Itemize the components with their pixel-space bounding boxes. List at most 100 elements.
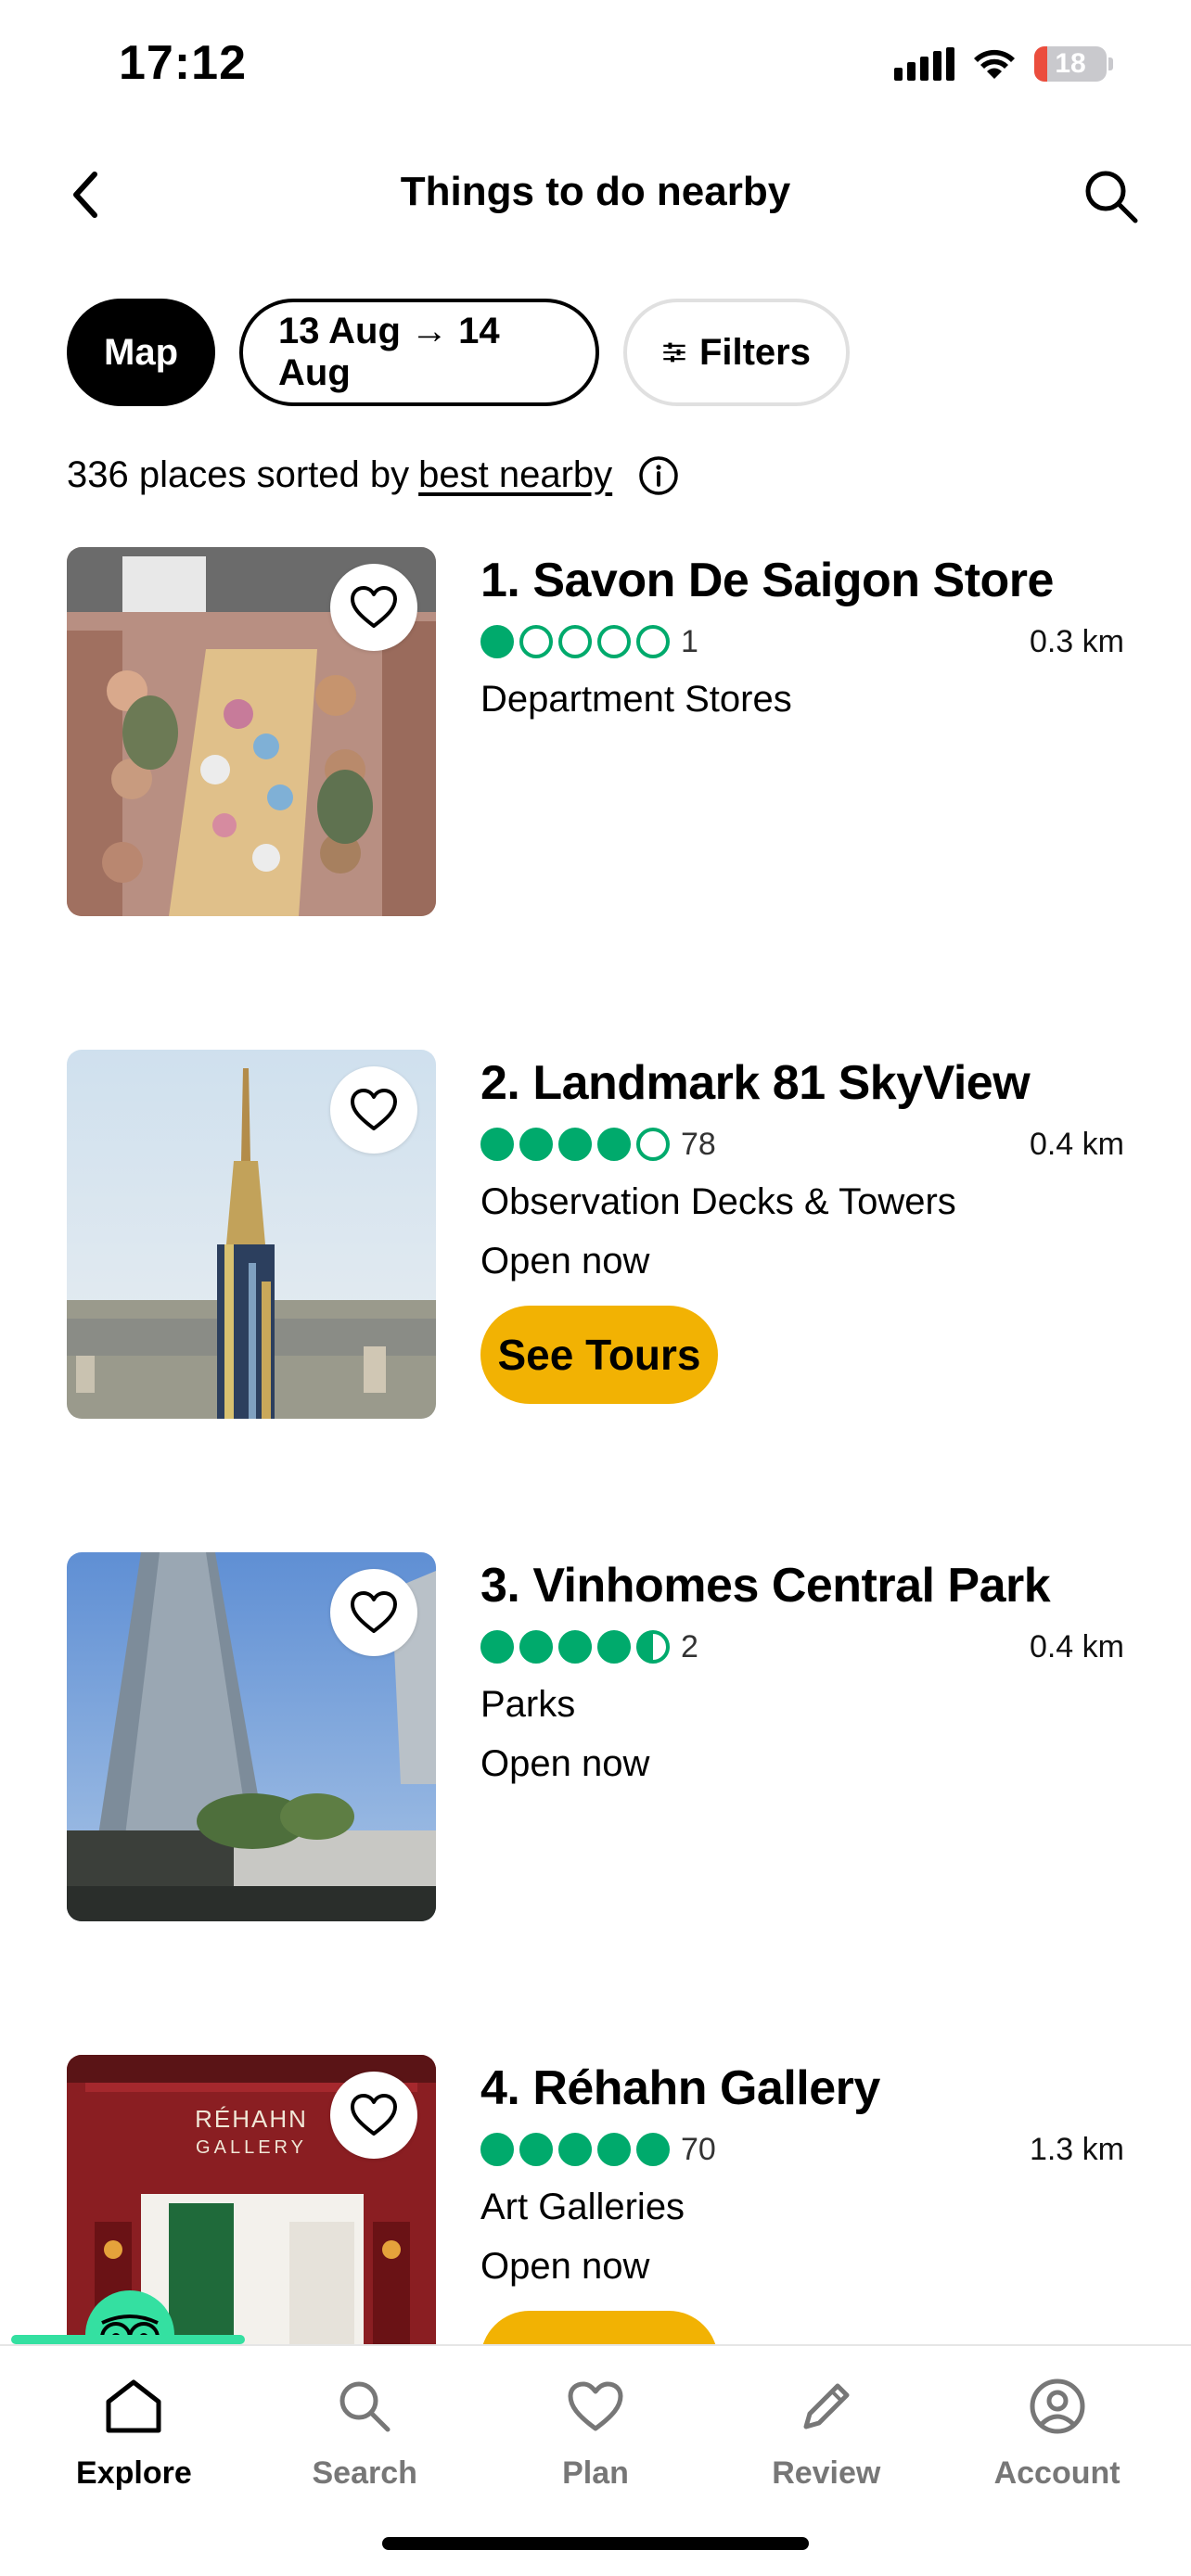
result-title[interactable]: 4. Réhahn Gallery (480, 2055, 1124, 2122)
home-indicator (382, 2537, 809, 2550)
review-count: 2 (681, 1628, 698, 1664)
search-button[interactable] (1076, 161, 1146, 232)
map-button[interactable]: Map (67, 299, 215, 406)
see-tours-button[interactable]: See Tours (480, 2311, 718, 2346)
rating-bubble (636, 1630, 670, 1664)
review-count: 78 (681, 1126, 716, 1162)
distance: 0.4 km (1029, 1126, 1124, 1162)
category: Observation Decks & Towers (480, 1181, 956, 1222)
tab-list: Explore Search Plan Review Account (0, 2346, 1191, 2492)
filters-button[interactable]: Filters (623, 299, 850, 406)
account-icon (1025, 2374, 1090, 2439)
home-icon (101, 2374, 166, 2439)
rating-bubble (480, 2133, 514, 2166)
battery-level: 18 (1055, 48, 1086, 79)
status-time: 17:12 (119, 36, 247, 90)
rating-bubble (519, 1630, 553, 1664)
results-list: 1. Savon De Saigon Store 1 0.3 km Depart… (0, 547, 1191, 2346)
rating-bubble (636, 625, 670, 658)
rating-bubble (636, 1128, 670, 1161)
rating-bubble (597, 1630, 631, 1664)
rating-bubble (480, 1128, 514, 1161)
result-info: 2. Landmark 81 SkyView 78 0.4 km Observa… (480, 1050, 1124, 1404)
rating-bubble (558, 1630, 592, 1664)
heart-outline-icon (351, 1089, 397, 1130)
sort-summary: 336 places sorted by best nearby (67, 454, 679, 496)
rating-row: 70 1.3 km (480, 2122, 1124, 2177)
result-title[interactable]: 2. Landmark 81 SkyView (480, 1050, 1124, 1116)
tab-label: Plan (562, 2455, 629, 2491)
distance: 1.3 km (1029, 2131, 1124, 2167)
category: Parks (480, 1684, 576, 1725)
search-icon (1085, 171, 1138, 223)
tab-search[interactable]: Search (267, 2374, 462, 2492)
review-count: 70 (681, 2131, 716, 2167)
tab-plan[interactable]: Plan (498, 2374, 693, 2492)
save-button[interactable] (330, 564, 417, 651)
category: Department Stores (480, 679, 792, 720)
save-button[interactable] (330, 1066, 417, 1154)
rating-bubble (480, 625, 514, 658)
gallery-sign-line2: GALLERY (196, 2137, 307, 2158)
date-range-button[interactable]: 13 Aug → 14 Aug (239, 299, 599, 406)
page-title: Things to do nearby (400, 169, 791, 214)
pencil-icon (794, 2374, 859, 2439)
rating-bubble (519, 2133, 553, 2166)
tab-label: Explore (76, 2455, 192, 2491)
result-card[interactable]: RÉHAHN GALLERY 4. Réhahn Gallery 70 1.3 … (67, 2055, 1124, 2346)
save-button[interactable] (330, 1569, 417, 1656)
review-count: 1 (681, 623, 698, 659)
result-title[interactable]: 1. Savon De Saigon Store (480, 547, 1124, 614)
tab-explore[interactable]: Explore (36, 2374, 231, 2492)
rating-bubble (519, 625, 553, 658)
result-card[interactable]: 3. Vinhomes Central Park 2 0.4 km Parks … (67, 1552, 1124, 1923)
rating-bubbles (480, 2133, 670, 2166)
heart-icon (563, 2374, 628, 2439)
tab-label: Review (772, 2455, 881, 2491)
heart-outline-icon (351, 2094, 397, 2136)
sliders-icon (663, 342, 685, 363)
result-info: 1. Savon De Saigon Store 1 0.3 km Depart… (480, 547, 1124, 729)
tab-account[interactable]: Account (960, 2374, 1155, 2492)
result-info: 4. Réhahn Gallery 70 1.3 km Art Gallerie… (480, 2055, 1124, 2346)
tab-label: Account (993, 2455, 1121, 2491)
category: Art Galleries (480, 2187, 685, 2227)
results-count-text: 336 places sorted by (67, 454, 410, 495)
distance: 0.3 km (1029, 623, 1124, 659)
battery-tip (1108, 57, 1113, 70)
tab-label: Search (312, 2455, 417, 2491)
battery-fill (1034, 46, 1048, 82)
filter-chips: Map 13 Aug → 14 Aug Filters (67, 299, 850, 406)
rating-bubble (558, 2133, 592, 2166)
rating-row: 2 0.4 km (480, 1619, 1124, 1675)
open-status: Open now (480, 2246, 650, 2287)
result-card[interactable]: 2. Landmark 81 SkyView 78 0.4 km Observa… (67, 1050, 1124, 1421)
gallery-sign-line1: RÉHAHN (195, 2105, 308, 2133)
info-icon[interactable] (638, 455, 679, 496)
active-tab-indicator (11, 2335, 245, 2344)
rating-row: 1 0.3 km (480, 614, 1124, 670)
rating-bubble (597, 1128, 631, 1161)
rating-bubble (480, 1630, 514, 1664)
heart-outline-icon (351, 586, 397, 628)
sort-option-link[interactable]: best nearby (418, 454, 612, 496)
see-tours-button[interactable]: See Tours (480, 1306, 718, 1404)
rating-bubble (558, 1128, 592, 1161)
status-bar: 17:12 18 (0, 0, 1191, 130)
save-button[interactable] (330, 2072, 417, 2159)
tab-review[interactable]: Review (729, 2374, 924, 2492)
distance: 0.4 km (1029, 1628, 1124, 1664)
rating-bubbles (480, 1128, 670, 1161)
rating-bubble (519, 1128, 553, 1161)
heart-outline-icon (351, 1591, 397, 1633)
header: Things to do nearby (0, 148, 1191, 241)
rating-bubble (597, 2133, 631, 2166)
cellular-signal-icon (894, 47, 954, 81)
rating-bubble (636, 2133, 670, 2166)
result-title[interactable]: 3. Vinhomes Central Park (480, 1552, 1124, 1619)
result-card[interactable]: 1. Savon De Saigon Store 1 0.3 km Depart… (67, 547, 1124, 918)
battery-icon: 18 (1034, 46, 1107, 82)
rating-bubbles (480, 1630, 670, 1664)
filters-label: Filters (698, 331, 811, 373)
search-icon (332, 2374, 397, 2439)
